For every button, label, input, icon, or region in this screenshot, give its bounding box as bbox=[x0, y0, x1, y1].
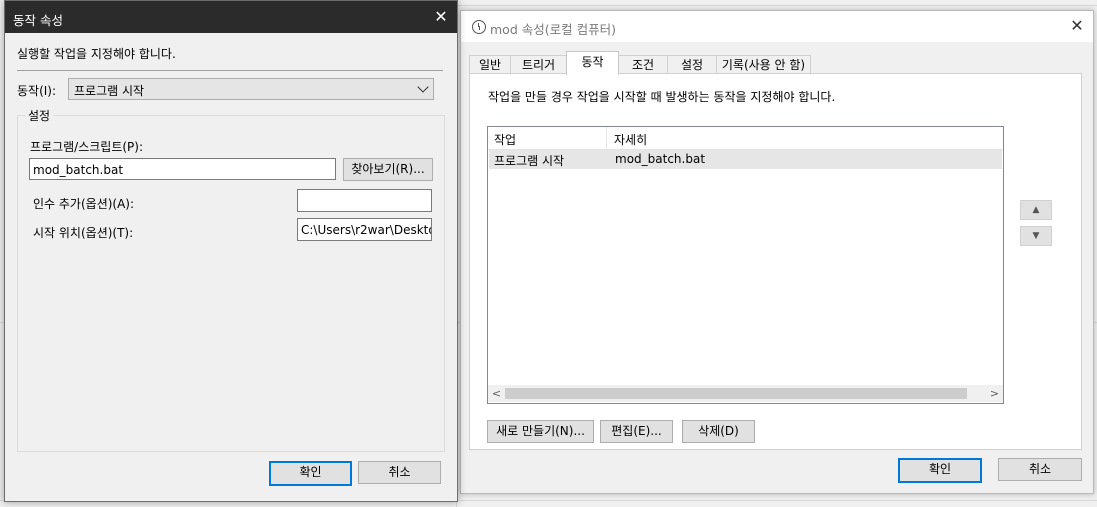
action-select[interactable]: 프로그램 시작 bbox=[68, 78, 434, 100]
move-down-icon: ▼ bbox=[1032, 231, 1040, 241]
close-icon[interactable]: ✕ bbox=[1065, 15, 1089, 37]
title-bar: mod 속성(로컬 컴퓨터) ✕ bbox=[461, 11, 1093, 42]
start-in-input[interactable]: C:\Users\r2war\Deskto bbox=[297, 218, 432, 241]
scroll-left-icon[interactable]: < bbox=[488, 385, 505, 402]
edit-action-button[interactable]: 편집(E)... bbox=[600, 420, 673, 443]
move-up-button[interactable]: ▲ bbox=[1020, 200, 1052, 220]
action-label: 동작(I): bbox=[17, 84, 57, 98]
instruction-text: 실행할 작업을 지정해야 합니다. bbox=[17, 47, 176, 61]
program-label: 프로그램/스크립트(P): bbox=[30, 140, 144, 154]
ok-button[interactable]: 확인 bbox=[269, 461, 352, 486]
move-down-button[interactable]: ▼ bbox=[1020, 226, 1052, 246]
tab-triggers[interactable]: 트리거 bbox=[510, 55, 567, 74]
tab-actions[interactable]: 동작 bbox=[566, 51, 619, 75]
arguments-input[interactable] bbox=[297, 189, 432, 212]
task-properties-dialog: mod 속성(로컬 컴퓨터) ✕ 일반 트리거 동작 조건 설정 기록(사용 안… bbox=[460, 10, 1094, 494]
settings-group-label: 설정 bbox=[25, 107, 54, 124]
browse-button[interactable]: 찾아보기(R)... bbox=[343, 158, 433, 181]
dialog-title: mod 속성(로컬 컴퓨터) bbox=[490, 22, 616, 37]
horizontal-scrollbar[interactable]: < > bbox=[488, 385, 1003, 402]
title-bar: 동작 속성 ✕ bbox=[5, 1, 457, 33]
row-details: mod_batch.bat bbox=[615, 152, 706, 166]
tab-general[interactable]: 일반 bbox=[469, 55, 511, 74]
arguments-label: 인수 추가(옵션)(A): bbox=[33, 197, 135, 211]
tab-conditions[interactable]: 조건 bbox=[618, 55, 668, 74]
actions-list[interactable]: 작업 자세히 프로그램 시작 mod_batch.bat < > bbox=[487, 126, 1004, 404]
cancel-button[interactable]: 취소 bbox=[998, 458, 1082, 481]
divider bbox=[17, 70, 443, 71]
dialog-title: 동작 속성 bbox=[13, 13, 63, 28]
list-header: 작업 자세히 bbox=[488, 127, 1003, 150]
delete-action-button[interactable]: 삭제(D) bbox=[682, 420, 755, 443]
tab-history[interactable]: 기록(사용 안 함) bbox=[716, 55, 811, 74]
clock-icon bbox=[472, 20, 486, 34]
scroll-right-icon[interactable]: > bbox=[986, 385, 1003, 402]
start-in-label: 시작 위치(옵션)(T): bbox=[33, 226, 134, 240]
ok-button[interactable]: 확인 bbox=[898, 458, 982, 483]
new-action-button[interactable]: 새로 만들기(N)... bbox=[487, 420, 594, 443]
column-action[interactable]: 작업 bbox=[494, 131, 516, 148]
action-select-value: 프로그램 시작 bbox=[74, 84, 145, 98]
cancel-button[interactable]: 취소 bbox=[358, 461, 441, 484]
close-icon[interactable]: ✕ bbox=[429, 6, 453, 28]
action-properties-dialog: 동작 속성 ✕ 실행할 작업을 지정해야 합니다. 동작(I): 프로그램 시작… bbox=[4, 0, 458, 502]
program-input[interactable]: mod_batch.bat bbox=[29, 158, 336, 180]
scrollbar-thumb[interactable] bbox=[505, 388, 967, 399]
row-action: 프로그램 시작 bbox=[494, 154, 565, 168]
chevron-down-icon bbox=[417, 81, 429, 93]
actions-description: 작업을 만들 경우 작업을 시작할 때 발생하는 동작을 지정해야 합니다. bbox=[488, 90, 836, 104]
tab-settings[interactable]: 설정 bbox=[667, 55, 717, 74]
move-up-icon: ▲ bbox=[1032, 205, 1040, 215]
column-details[interactable]: 자세히 bbox=[614, 131, 647, 148]
actions-panel: 작업을 만들 경우 작업을 시작할 때 발생하는 동작을 지정해야 합니다. 작… bbox=[469, 73, 1082, 450]
table-row[interactable]: 프로그램 시작 mod_batch.bat bbox=[489, 150, 1002, 169]
